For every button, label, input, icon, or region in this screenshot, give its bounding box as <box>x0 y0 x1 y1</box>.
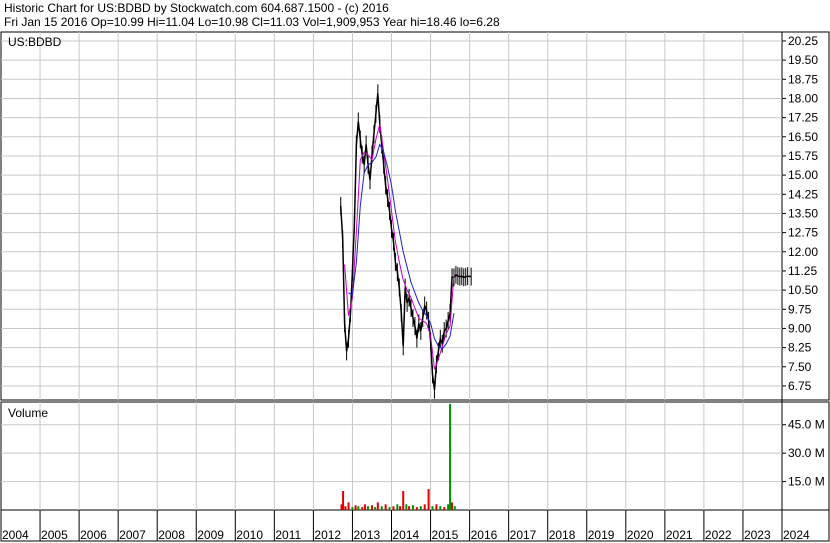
x-tick-label: 2007 <box>119 528 146 542</box>
y-tick-label: 10.50 <box>788 283 818 297</box>
y-tick-label: 17.25 <box>788 111 818 125</box>
volume-bar <box>447 504 450 510</box>
x-tick-label: 2011 <box>275 528 301 542</box>
y-tick-label: 7.50 <box>788 360 812 374</box>
volume-bar <box>342 491 345 510</box>
x-tick-label: 2019 <box>588 528 615 542</box>
volume-bar <box>449 403 452 510</box>
volume-bar <box>351 507 354 510</box>
volume-bar <box>347 502 350 510</box>
volume-bar <box>357 506 360 510</box>
y-tick-label: 9.00 <box>788 321 812 335</box>
volume-bar <box>388 507 391 510</box>
x-tick-label: 2005 <box>41 528 68 542</box>
x-tick-label: 2023 <box>744 528 771 542</box>
x-tick-label: 2024 <box>783 528 810 542</box>
price-panel <box>0 31 830 401</box>
x-tick-label: 2017 <box>510 528 537 542</box>
volume-bar <box>344 506 347 510</box>
volume-bar <box>354 505 357 510</box>
y-tick-label: 18.00 <box>788 91 818 105</box>
volume-bar <box>380 506 383 510</box>
y-tick-label: 15.75 <box>788 149 818 163</box>
y-tick-label: 16.50 <box>788 130 818 144</box>
volume-bar <box>384 504 387 510</box>
x-tick-label: 2016 <box>471 528 498 542</box>
x-tick-label: 2015 <box>432 528 459 542</box>
x-tick-label: 2013 <box>353 528 380 542</box>
volume-bar <box>415 507 418 510</box>
y-tick-label: 9.75 <box>788 302 812 316</box>
x-tick-label: 2022 <box>705 528 732 542</box>
y-tick-label: 12.00 <box>788 245 818 259</box>
volume-bar <box>363 504 366 510</box>
y-tick-label: 20.25 <box>788 34 818 48</box>
volume-bar <box>411 505 414 510</box>
volume-bar <box>370 505 373 510</box>
volume-panel <box>0 401 830 511</box>
volume-bar <box>367 506 370 510</box>
volume-bar <box>405 504 408 510</box>
volume-bar <box>427 489 430 510</box>
volume-bar <box>423 504 426 510</box>
volume-tick-label: 30.0 M <box>788 446 825 460</box>
x-tick-label: 2018 <box>549 528 576 542</box>
x-tick-label: 2004 <box>2 528 29 542</box>
x-tick-label: 2010 <box>236 528 263 542</box>
x-tick-label: 2006 <box>80 528 107 542</box>
volume-panel-title: Volume <box>8 406 48 420</box>
y-tick-label: 18.75 <box>788 72 818 86</box>
y-tick-label: 11.25 <box>788 264 817 278</box>
volume-bar <box>361 507 364 510</box>
volume-bar <box>402 491 405 510</box>
x-tick-label: 2014 <box>393 528 420 542</box>
y-tick-label: 13.50 <box>788 206 818 220</box>
y-tick-label: 6.75 <box>788 379 812 393</box>
volume-bar <box>392 506 395 510</box>
volume-bar <box>399 506 402 510</box>
volume-bar <box>374 507 377 510</box>
volume-bar <box>453 506 456 510</box>
volume-tick-label: 15.0 M <box>788 475 825 489</box>
y-tick-label: 8.25 <box>788 341 812 355</box>
x-tick-label: 2012 <box>314 528 341 542</box>
x-tick-label: 2021 <box>666 528 693 542</box>
volume-tick-label: 45.0 M <box>788 418 825 432</box>
y-tick-label: 12.75 <box>788 226 818 240</box>
x-tick-label: 2008 <box>158 528 185 542</box>
y-tick-label: 14.25 <box>788 187 818 201</box>
y-tick-label: 19.50 <box>788 53 818 67</box>
volume-bar <box>419 506 422 510</box>
volume-bar <box>451 502 454 510</box>
x-tick-label: 2020 <box>627 528 654 542</box>
volume-bar <box>408 506 411 510</box>
x-tick-label: 2009 <box>197 528 224 542</box>
volume-bar <box>443 507 446 510</box>
volume-bar <box>396 504 399 510</box>
volume-bar <box>431 506 434 510</box>
y-tick-label: 15.00 <box>788 168 818 182</box>
stock-chart: 2004 2005 2006 2007 2008 2009 2010 2011 2012 2013… <box>0 31 830 542</box>
volume-bar <box>439 506 442 510</box>
volume-bar <box>376 502 379 510</box>
volume-bar <box>435 504 438 510</box>
price-panel-title: US:BDBD <box>8 35 62 49</box>
